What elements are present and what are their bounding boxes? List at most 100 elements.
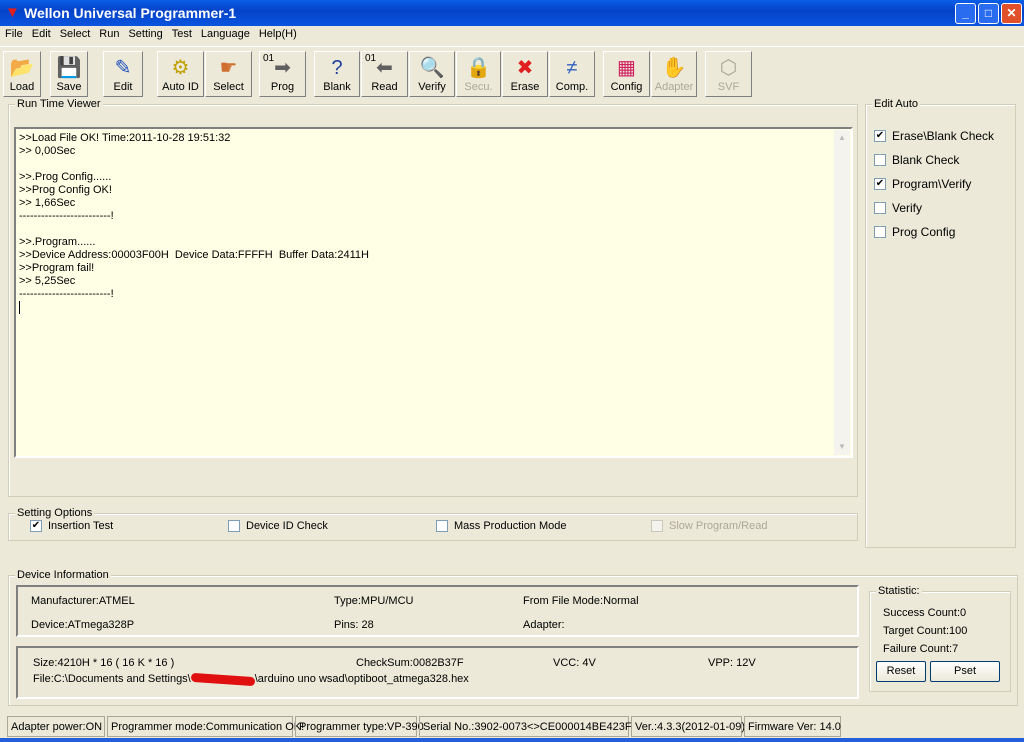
button-label: Verify (418, 81, 446, 93)
checkbox-label: Insertion Test (48, 520, 114, 532)
status-panel: Firmware Ver: 14.0 (744, 716, 841, 737)
select-button[interactable]: ☛ Select (205, 51, 252, 97)
log-text: >>Load File OK! Time:2011-10-28 19:51:32… (19, 132, 369, 314)
read-button[interactable]: ⬅ 01 Read (361, 51, 408, 97)
target-count: Target Count:100 (883, 625, 968, 637)
group-caption: Setting Options (15, 507, 95, 519)
checkbox-blank-check[interactable]: Blank Check (874, 153, 959, 167)
folder-open-icon: 📂 (9, 57, 35, 79)
menu-test[interactable]: Test (167, 26, 196, 40)
checkbox-slow-program-read: Slow Program/Read (651, 520, 767, 532)
chip-erase-icon: ✖ (516, 57, 534, 79)
reset-button[interactable]: Reset (876, 661, 926, 682)
toolbar: 📂 Load 💾 Save ✎ Edit ⚙ Auto ID ☛ Select ➡ 01 Prog? Bl… (0, 46, 1024, 98)
menu-select[interactable]: Select (55, 26, 95, 40)
edit-auto-group: Edit Auto (865, 98, 1016, 548)
file-path-suffix: \arduino uno wsad\optiboot_atmega328.hex (254, 673, 469, 685)
device-name: Device:ATmega328P (31, 619, 135, 631)
menu-helph[interactable]: Help(H) (254, 26, 301, 40)
checkbox-label: Slow Program/Read (669, 520, 768, 532)
config-button[interactable]: ▦ Config (603, 51, 650, 97)
checkbox-device-id-check[interactable]: Device ID Check (228, 520, 328, 532)
log-line: -------------------------! (19, 288, 114, 300)
button-label: Blank (323, 81, 351, 93)
window-title: Wellon Universal Programmer-1 (24, 5, 237, 21)
group-caption: Statistic: (876, 585, 922, 597)
close-button[interactable]: ✕ (1001, 3, 1022, 24)
adapter-button: ✋ Adapter (651, 51, 697, 97)
status-panel: Programmer mode:Communication OK! (107, 716, 304, 737)
prog-button[interactable]: ➡ 01 Prog (259, 51, 306, 97)
save-button[interactable]: 💾 Save (50, 51, 88, 97)
title-bar: ▼ Wellon Universal Programmer-1 _ □ ✕ (0, 0, 1024, 26)
log-line: >>Program fail! (19, 262, 95, 274)
log-line: >>Load File OK! Time:2011-10-28 19:51:32 (19, 132, 231, 144)
maximize-button[interactable]: □ (978, 3, 999, 24)
manufacturer: Manufacturer:ATMEL (31, 595, 135, 607)
button-label: Adapter (654, 81, 694, 93)
checkbox-label: Device ID Check (246, 520, 328, 532)
button-label: Secu. (464, 81, 493, 93)
log-line: >> 1,66Sec (19, 197, 76, 209)
checkbox-label: Verify (892, 201, 923, 215)
log-line: >>.Program...... (19, 236, 96, 248)
adapter-icon: ✋ (661, 57, 687, 79)
floppy-disk-icon: 💾 (56, 57, 82, 79)
failure-count: Failure Count:7 (883, 643, 959, 655)
minimize-button[interactable]: _ (955, 3, 976, 24)
badge: 01 (263, 53, 275, 64)
checkbox-prog-config[interactable]: Prog Config (874, 225, 955, 239)
checkbox-label: Erase\Blank Check (892, 129, 995, 143)
checkbox-insertion-test[interactable]: ✔ Insertion Test (30, 520, 113, 532)
button-label: Config (610, 81, 643, 93)
button-label: Select (213, 81, 244, 93)
menu-file[interactable]: File (0, 26, 27, 40)
blank-button[interactable]: ? Blank (314, 51, 360, 97)
checkbox-box (651, 520, 663, 532)
menu-run[interactable]: Run (94, 26, 123, 40)
status-panel: Adapter power:ON (7, 716, 105, 737)
checkbox-erase-blank-check[interactable]: ✔ Erase\Blank Check (874, 129, 994, 143)
file-path-prefix: File:C:\Documents and Settings\ (33, 673, 191, 685)
vpp: VPP: 12V (708, 657, 756, 669)
checksum: CheckSum:0082B37F (356, 657, 464, 669)
load-button[interactable]: 📂 Load (3, 51, 41, 97)
log-line: >>.Prog Config...... (19, 171, 112, 183)
button-label: Edit (113, 81, 133, 93)
menu-language[interactable]: Language (196, 26, 254, 40)
checkmark-icon: ✔ (874, 130, 886, 142)
checkbox-mass-production-mode[interactable]: Mass Production Mode (436, 520, 567, 532)
erase-button[interactable]: ✖ Erase (502, 51, 548, 97)
checkbox-label: Blank Check (892, 153, 960, 167)
app-logo-icon: ▼ (5, 4, 20, 21)
autoid-button[interactable]: ⚙ Auto ID (157, 51, 204, 97)
scroll-up-icon[interactable]: ▲ (834, 130, 850, 146)
button-label: Save (56, 81, 82, 93)
compare-icon: ≠ (566, 57, 578, 79)
scroll-down-icon[interactable]: ▼ (834, 439, 850, 455)
button-label: SVF (717, 81, 740, 93)
button-label: Read (371, 81, 398, 93)
status-panel: Serial No.:3902-0073<>CE000014BE423F (419, 716, 632, 737)
checkbox-label: Mass Production Mode (454, 520, 567, 532)
taskbar (0, 738, 1024, 742)
edit-button[interactable]: ✎ Edit (103, 51, 143, 97)
pset-button[interactable]: Pset (930, 661, 1000, 682)
text-cursor (19, 301, 20, 314)
checkbox-box (436, 520, 448, 532)
checkmark-icon: ✔ (30, 520, 42, 532)
log-scrollbar[interactable]: ▲ ▼ (834, 130, 850, 455)
comp-button[interactable]: ≠ Comp. (549, 51, 595, 97)
log-line: >>Prog Config OK! (19, 184, 112, 196)
checkbox-program-verify[interactable]: ✔ Program\Verify (874, 177, 971, 191)
vcc: VCC: 4V (553, 657, 596, 669)
button-label: Prog (270, 81, 295, 93)
checkbox-verify[interactable]: Verify (874, 201, 922, 215)
checkbox-label: Program\Verify (892, 177, 972, 191)
menu-edit[interactable]: Edit (27, 26, 55, 40)
adapter: Adapter: (523, 619, 565, 631)
menu-setting[interactable]: Setting (123, 26, 166, 40)
verify-button[interactable]: 🔍 Verify (409, 51, 455, 97)
checkbox-label: Prog Config (892, 225, 956, 239)
run-time-log[interactable]: >>Load File OK! Time:2011-10-28 19:51:32… (14, 127, 853, 458)
